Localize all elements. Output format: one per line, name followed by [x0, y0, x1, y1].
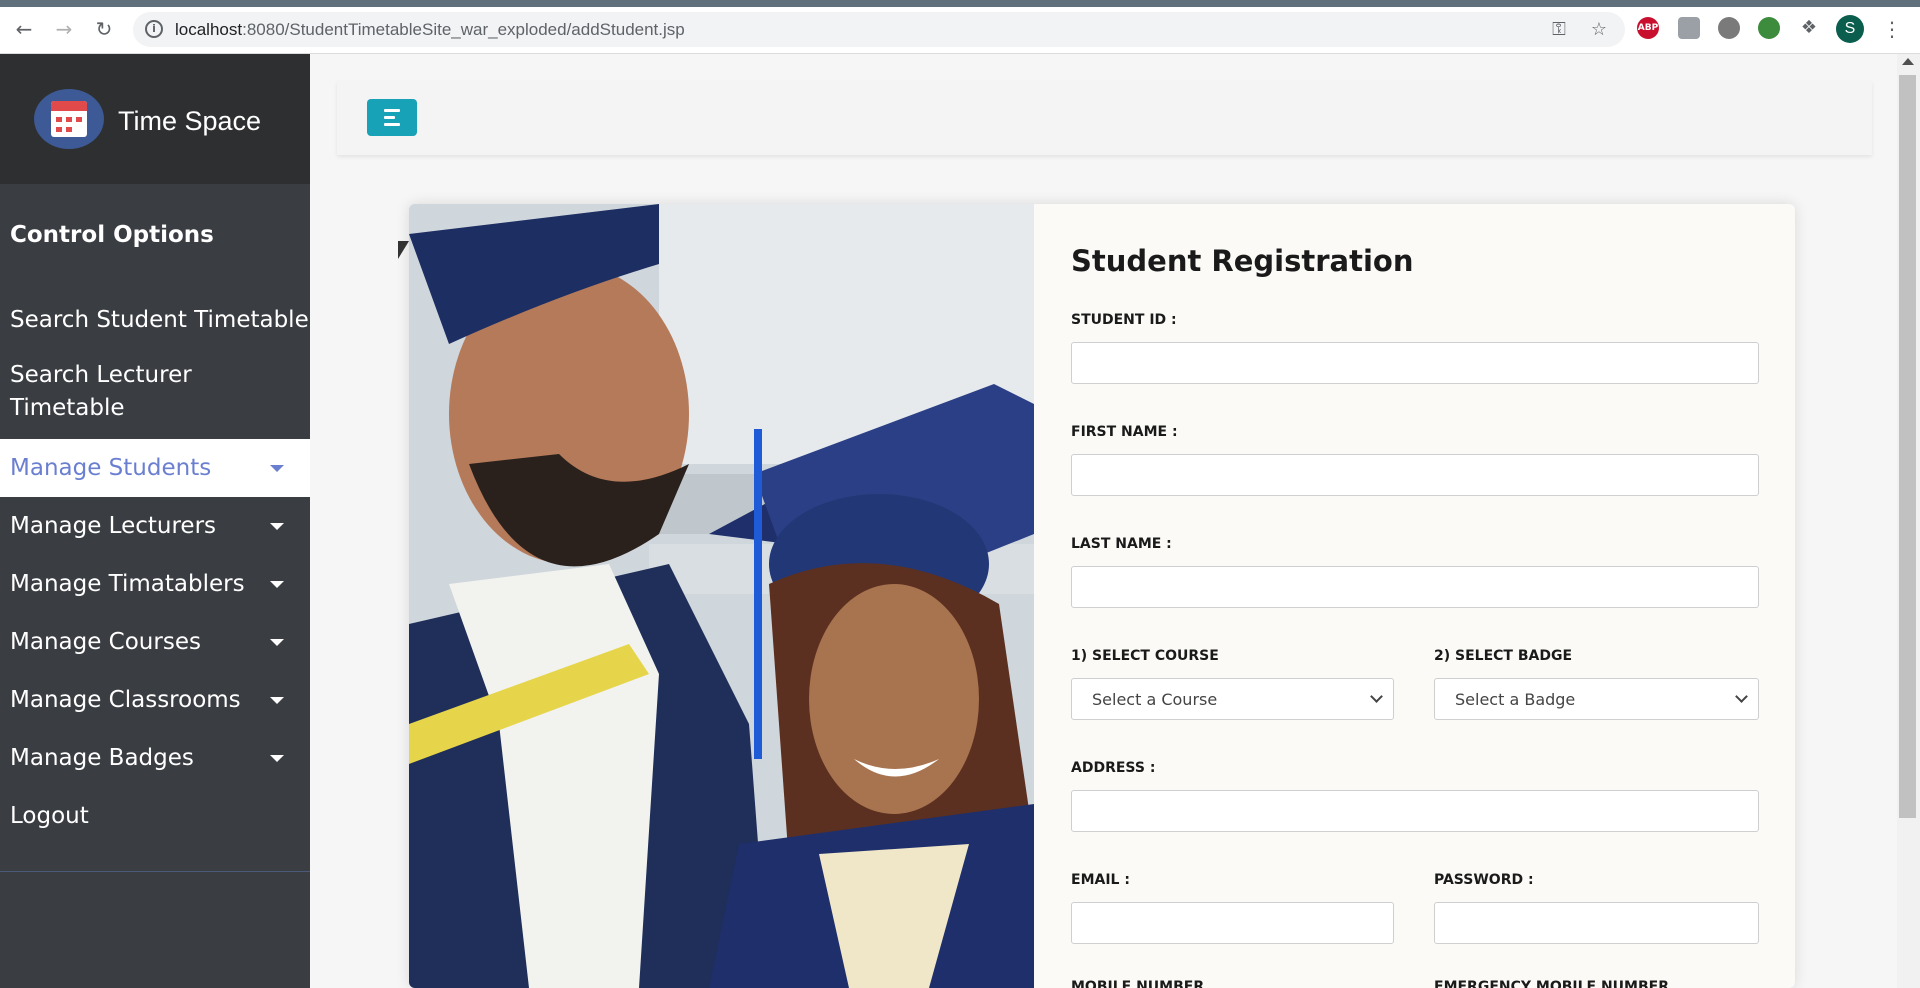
- sidebar-item-label: Search Lecturer Timetable: [10, 362, 192, 421]
- registration-card: Student Registration STUDENT ID : FIRST …: [409, 204, 1795, 988]
- sidebar-item-manage-timatablers[interactable]: Manage Timatablers: [0, 555, 310, 613]
- badge-select[interactable]: Select a Badge: [1434, 678, 1759, 720]
- caret-down-icon: [270, 581, 284, 588]
- address-bar[interactable]: i localhost:8080/StudentTimetableSite_wa…: [133, 12, 1625, 47]
- course-select[interactable]: Select a Course: [1071, 678, 1394, 720]
- caret-down-icon: [270, 465, 284, 472]
- sidebar-item-label: Logout: [10, 803, 89, 829]
- form-title: Student Registration: [1071, 244, 1414, 278]
- page-scrollbar-thumb[interactable]: [1899, 75, 1916, 818]
- globe-extension-icon[interactable]: [1758, 17, 1780, 39]
- back-icon[interactable]: ←: [12, 17, 36, 41]
- window-top-border: [0, 0, 1920, 7]
- scroll-up-arrow-icon[interactable]: [1902, 58, 1914, 65]
- sidebar-item-manage-lecturers[interactable]: Manage Lecturers: [0, 497, 310, 555]
- sidebar-item-manage-courses[interactable]: Manage Courses: [0, 613, 310, 671]
- chevron-down-icon: [1735, 690, 1748, 703]
- bug-extension-icon[interactable]: [1718, 17, 1740, 39]
- first-name-input[interactable]: [1071, 454, 1759, 496]
- course-select-value: Select a Course: [1092, 690, 1218, 709]
- student-id-label: STUDENT ID :: [1071, 312, 1177, 328]
- calendar-day: [56, 117, 62, 122]
- sidebar-item-label: Manage Students: [10, 455, 212, 481]
- sidebar-item-search-student-timetable[interactable]: Search Student Timetable: [0, 300, 310, 340]
- caret-down-icon: [270, 697, 284, 704]
- profile-avatar[interactable]: S: [1836, 15, 1864, 43]
- browser-menu-icon[interactable]: ⋮: [1882, 15, 1902, 43]
- url-host: localhost: [175, 20, 243, 39]
- password-input[interactable]: [1434, 902, 1759, 944]
- sidebar-item-label: Manage Badges: [10, 745, 194, 771]
- menu-line: [384, 123, 400, 126]
- sidebar-item-label: Manage Classrooms: [10, 687, 241, 713]
- course-label: 1) SELECT COURSE: [1071, 648, 1219, 664]
- calendar-day: [76, 117, 82, 122]
- caret-down-icon: [270, 639, 284, 646]
- calendar-day: [66, 117, 72, 122]
- graduates-photo: [409, 204, 1034, 988]
- browser-toolbar: ← → ↻ i localhost:8080/StudentTimetableS…: [0, 0, 1920, 54]
- top-bar: [337, 81, 1872, 155]
- student-id-input[interactable]: [1071, 342, 1759, 384]
- url-path: :8080/StudentTimetableSite_war_exploded/…: [242, 20, 685, 39]
- last-name-input[interactable]: [1071, 566, 1759, 608]
- calendar-logo-icon: [34, 89, 104, 149]
- first-name-label: FIRST NAME :: [1071, 424, 1178, 440]
- sidebar-item-search-lecturer-timetable[interactable]: Search Lecturer Timetable: [0, 359, 300, 425]
- sidebar-item-label: Search Student Timetable: [10, 307, 309, 333]
- sidebar-item-manage-students[interactable]: Manage Students: [0, 439, 310, 497]
- profile-initial: S: [1844, 20, 1856, 37]
- sidebar-item-logout[interactable]: Logout: [0, 787, 310, 845]
- badge-select-value: Select a Badge: [1455, 690, 1576, 709]
- brand-name: Time Space: [118, 106, 262, 136]
- chevron-down-icon: [1370, 690, 1383, 703]
- caret-down-icon: [270, 523, 284, 530]
- cube-extension-icon[interactable]: [1678, 17, 1700, 39]
- emergency-mobile-label: EMERGENCY MOBILE NUMBER: [1434, 979, 1669, 988]
- sidebar-divider: [0, 871, 310, 872]
- sidebar-heading: Control Options: [10, 222, 214, 248]
- adblock-extension-icon[interactable]: ABP: [1637, 17, 1659, 39]
- address-input[interactable]: [1071, 790, 1759, 832]
- menu-line: [384, 116, 395, 119]
- bookmark-star-icon[interactable]: ☆: [1588, 19, 1610, 41]
- menu-line: [384, 109, 400, 112]
- email-input[interactable]: [1071, 902, 1394, 944]
- calendar-day: [56, 127, 62, 132]
- sidebar: Time Space Control Options Search Studen…: [0, 54, 310, 988]
- sidebar-item-label: Manage Timatablers: [10, 571, 245, 597]
- sidebar-toggle-button[interactable]: [367, 99, 417, 136]
- adblock-label: ABP: [1637, 23, 1659, 33]
- graduates-illustration: [409, 204, 1034, 988]
- sidebar-item-label: Manage Lecturers: [10, 513, 217, 539]
- password-label: PASSWORD :: [1434, 872, 1534, 888]
- key-icon[interactable]: ⚿: [1548, 19, 1570, 41]
- calendar-band: [51, 101, 87, 111]
- site-info-icon[interactable]: i: [145, 20, 163, 38]
- brand-header: Time Space: [0, 54, 310, 184]
- sidebar-item-manage-badges[interactable]: Manage Badges: [0, 729, 310, 787]
- badge-label: 2) SELECT BADGE: [1434, 648, 1573, 664]
- url-text: localhost:8080/StudentTimetableSite_war_…: [175, 20, 685, 40]
- calendar-icon: [51, 101, 87, 137]
- sidebar-item-label: Manage Courses: [10, 629, 201, 655]
- address-label: ADDRESS :: [1071, 760, 1156, 776]
- calendar-day: [66, 127, 72, 132]
- last-name-label: LAST NAME :: [1071, 536, 1172, 552]
- mobile-number-label: MOBILE NUMBER: [1071, 979, 1205, 988]
- sidebar-item-manage-classrooms[interactable]: Manage Classrooms: [0, 671, 310, 729]
- reload-icon[interactable]: ↻: [92, 17, 116, 41]
- caret-down-icon: [270, 755, 284, 762]
- mouse-cursor-icon: [398, 241, 409, 259]
- forward-icon[interactable]: →: [52, 17, 76, 41]
- puzzle-extensions-icon[interactable]: ❖: [1798, 17, 1820, 39]
- email-label: EMAIL :: [1071, 872, 1130, 888]
